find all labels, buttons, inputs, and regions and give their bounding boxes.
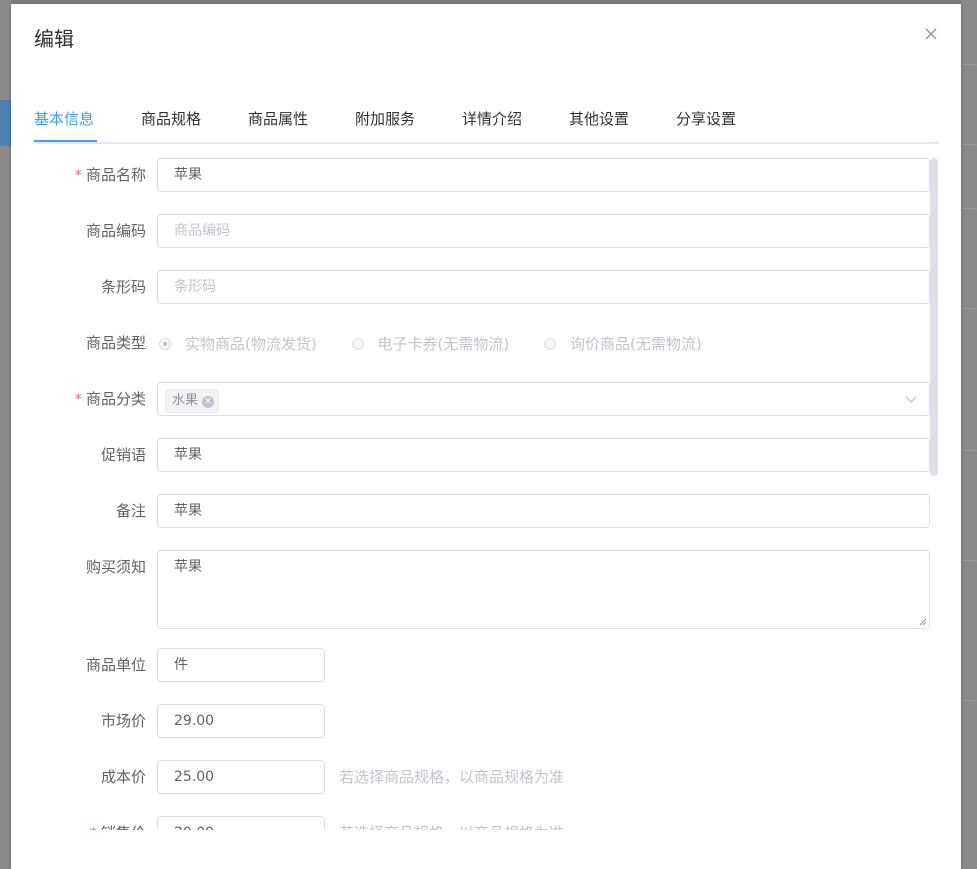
background-right [961,0,977,869]
field-type-label: 商品类型 [85,334,146,352]
tab-product-attributes[interactable]: 商品属性 [248,104,308,142]
field-notice-label: 购买须知 [85,558,146,576]
category-select[interactable]: 水果 ✕ [157,382,930,416]
radio-dot [544,337,556,350]
scrollbar-thumb[interactable] [930,158,938,476]
field-category-label: * 商品分类 [74,390,146,408]
tab-product-spec[interactable]: 商品规格 [141,104,201,142]
radio-dot [159,337,171,350]
field-promo-label: 促销语 [100,446,146,464]
field-barcode-label: 条形码 [100,278,146,296]
edit-dialog: 编辑 基本信息 商品规格 商品属性 附加服务 详情介绍 其他设置 分享设置 * 商… [11,4,961,869]
remark-input[interactable]: 苹果 [157,494,930,528]
field-unit-label: 商品单位 [85,656,146,674]
tab-extra-services[interactable]: 附加服务 [355,104,415,142]
radio-physical[interactable]: 实物商品(物流发货) [159,334,317,354]
unit-input[interactable]: 件 [157,648,325,682]
tab-basic-info[interactable]: 基本信息 [34,104,94,142]
radio-e-voucher[interactable]: 电子卡券(无需物流) [351,334,509,354]
resize-handle-icon[interactable] [917,616,927,626]
field-name-label: * 商品名称 [74,166,146,184]
background-left [0,0,11,869]
tab-other-settings[interactable]: 其他设置 [569,104,629,142]
category-tag: 水果 ✕ [165,389,220,413]
radio-inquiry[interactable]: 询价商品(无需物流) [544,334,702,354]
tab-details[interactable]: 详情介绍 [462,104,522,142]
product-name-input[interactable]: 苹果 [157,158,930,192]
chevron-down-icon[interactable] [905,394,917,404]
field-code-label: 商品编码 [85,222,146,240]
promo-input[interactable]: 苹果 [157,438,930,472]
field-remark-label: 备注 [115,502,146,520]
radio-dot [351,337,364,350]
dialog-footer-spacer [11,830,961,869]
field-market-price-label: 市场价 [100,712,146,730]
close-icon[interactable] [923,26,939,42]
cost-price-hint: 若选择商品规格，以商品规格为准 [339,768,565,786]
tab-bar: 基本信息 商品规格 商品属性 附加服务 详情介绍 其他设置 分享设置 [34,104,939,144]
barcode-input[interactable]: 条形码 [157,270,930,304]
market-price-input[interactable]: 29.00 [157,704,325,738]
active-tab-indicator [34,140,97,142]
dialog-title: 编辑 [34,27,74,51]
product-code-input[interactable]: 商品编码 [157,214,930,248]
tab-share-settings[interactable]: 分享设置 [676,104,736,142]
field-cost-price-label: 成本价 [100,768,146,786]
tag-close-icon[interactable]: ✕ [202,396,215,408]
notice-textarea[interactable]: 苹果 [157,550,930,629]
cost-price-input[interactable]: 25.00 [157,760,325,794]
product-type-radio-group: 实物商品(物流发货) 电子卡券(无需物流) 询价商品(无需物流) [159,333,732,354]
